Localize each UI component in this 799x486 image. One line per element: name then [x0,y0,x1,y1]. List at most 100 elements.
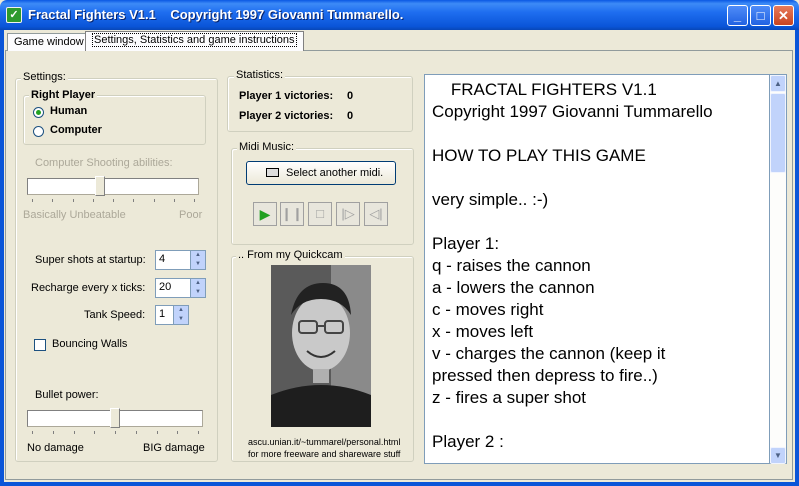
previous-button[interactable]: |▷ [336,202,360,226]
tab-game-window[interactable]: Game window [7,33,91,51]
scroll-down-arrow-icon[interactable]: ▼ [770,447,786,464]
quickcam-caption-line1: ascu.unian.it/~tummarel/personal.html [248,437,401,447]
arrow-down-icon[interactable]: ▼ [191,288,205,297]
instruction-line: a - lowers the cannon [432,278,595,297]
tank-speed-stepper[interactable]: ▲ ▼ [173,306,188,324]
slider-tick [32,199,33,202]
next-button[interactable]: ◁| [364,202,388,226]
instruction-line: HOW TO PLAY THIS GAME [432,146,646,165]
computer-shooting-min-label: Basically Unbeatable [23,209,126,221]
skip-back-icon: ◁| [369,206,383,221]
slider-tick [113,199,114,202]
bouncing-walls-label[interactable]: Bouncing Walls [52,338,127,350]
slider-tick [133,199,135,202]
instructions-scrollbar[interactable]: ▲ ▼ [770,74,787,464]
slider-tick [73,431,75,434]
skip-forward-icon: |▷ [341,206,355,221]
instruction-line [432,211,762,233]
statistics-group [227,76,413,132]
maximize-button[interactable]: □ [750,5,771,26]
instruction-line: x - moves left [432,322,534,341]
keyboard-icon [266,168,279,177]
pause-button[interactable]: ❙❙ [280,202,304,226]
instruction-line: v - charges the cannon (keep it [432,344,666,363]
player2-victories-value: 0 [347,110,354,122]
instruction-line: FRACTAL FIGHTERS V1.1 [432,80,657,99]
instructions-textarea[interactable]: FRACTAL FIGHTERS V1.1 Copyright 1997 Giov… [424,74,770,464]
instruction-line: Player 1: [432,234,500,253]
instruction-line: z - fires a super shot [432,388,587,407]
recharge-value: 20 [159,281,172,293]
slider-tick [52,199,54,202]
instruction-line [432,167,762,189]
arrow-up-icon[interactable]: ▲ [174,306,188,315]
slider-tick [52,431,54,434]
slider-tick [92,199,94,202]
right-player-label: Right Player [29,89,98,101]
computer-shooting-max-label: Poor [179,209,203,221]
arrow-down-icon[interactable]: ▼ [191,260,205,269]
slider-tick [198,431,199,434]
slider-tick [115,431,116,434]
recharge-stepper[interactable]: ▲ ▼ [190,279,205,297]
tab-settings[interactable]: Settings, Statistics and game instructio… [85,31,304,51]
stop-icon: □ [316,206,324,221]
bullet-power-thumb[interactable] [110,408,120,428]
bullet-power-max-label: BIG damage [143,442,205,454]
super-shots-value: 4 [159,253,166,265]
arrow-down-icon[interactable]: ▼ [174,315,188,324]
slider-tick [177,431,179,434]
minimize-button[interactable]: _ [727,5,748,26]
human-radio-label[interactable]: Human [50,105,87,117]
quickcam-label: .. From my Quickcam [236,249,345,261]
player1-victories-value: 0 [347,90,354,102]
close-button[interactable]: ✕ [773,5,794,26]
super-shots-label: Super shots at startup: [35,254,146,266]
select-midi-button[interactable]: Select another midi. [246,161,396,185]
quickcam-photo [271,265,371,427]
instruction-line: q - raises the cannon [432,256,591,275]
player2-victories-label: Player 2 victories: [239,110,334,122]
slider-tick [72,199,74,202]
right-player-group [23,95,206,145]
player1-victories-label: Player 1 victories: [239,90,334,102]
instruction-line: Player 2 : [432,432,504,451]
instruction-line [432,123,762,145]
super-shots-stepper[interactable]: ▲ ▼ [190,251,205,269]
settings-label: Settings: [21,71,68,83]
arrow-up-icon[interactable]: ▲ [191,251,205,260]
scrollbar-thumb[interactable] [770,93,786,173]
slider-tick [194,199,195,202]
tank-speed-value: 1 [159,308,166,320]
stop-button[interactable]: □ [308,202,332,226]
slider-tick [173,199,175,202]
window-frame-right [795,30,799,486]
slider-tick [156,431,158,434]
recharge-label: Recharge every x ticks: [31,282,146,294]
computer-shooting-track[interactable] [27,178,199,195]
computer-shooting-thumb[interactable] [95,176,106,196]
bouncing-walls-checkbox[interactable] [34,339,46,351]
instruction-line: c - moves right [432,300,544,319]
human-radio[interactable] [33,107,44,118]
bullet-power-label: Bullet power: [35,389,99,401]
play-button[interactable]: ▶ [253,202,277,226]
quickcam-caption-line2: for more freeware and shareware stuff [248,449,401,459]
select-midi-label: Select another midi. [286,167,384,179]
instruction-line [432,409,762,431]
slider-tick [135,431,137,434]
computer-radio-label[interactable]: Computer [50,124,102,136]
tank-speed-label: Tank Speed: [84,309,146,321]
bullet-power-min-label: No damage [27,442,84,454]
window-title: Fractal Fighters V1.1 Copyright 1997 Gio… [28,7,404,22]
computer-shooting-label: Computer Shooting abilities: [35,157,173,169]
play-icon: ▶ [259,206,271,222]
instruction-line: very simple.. :-) [432,190,549,209]
scroll-up-arrow-icon[interactable]: ▲ [770,75,786,92]
computer-radio[interactable] [33,126,44,137]
arrow-up-icon[interactable]: ▲ [191,279,205,288]
portrait-image [271,265,371,427]
statistics-label: Statistics: [234,69,286,81]
pause-icon: ❙❙ [281,206,303,221]
instruction-line: pressed then depress to fire..) [432,366,658,385]
